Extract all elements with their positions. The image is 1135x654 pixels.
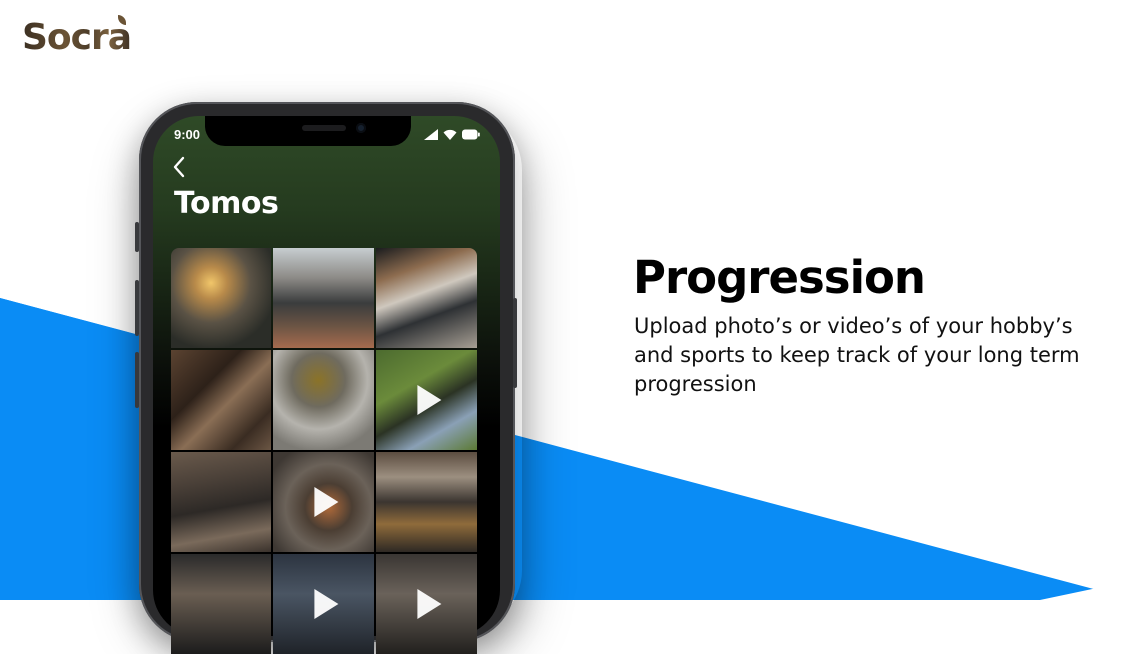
front-camera — [356, 123, 366, 133]
play-icon — [416, 589, 441, 619]
play-icon — [313, 589, 338, 619]
media-tile[interactable] — [376, 554, 477, 654]
media-grid — [171, 248, 477, 654]
media-tile[interactable] — [376, 350, 477, 450]
phone-volume-up-button — [135, 280, 139, 336]
media-tile[interactable] — [171, 554, 271, 654]
media-tile[interactable] — [273, 452, 374, 552]
feature-description: Upload photo’s or video’s of your hobby’… — [634, 314, 1080, 396]
earpiece-speaker — [302, 125, 346, 131]
brand-logo: Socra — [22, 17, 132, 58]
media-tile[interactable] — [171, 452, 271, 552]
media-tile[interactable] — [376, 248, 477, 348]
phone-volume-down-button — [135, 352, 139, 408]
phone-power-button — [513, 298, 517, 388]
battery-icon — [462, 129, 480, 139]
media-tile[interactable] — [273, 248, 374, 348]
media-tile[interactable] — [376, 452, 477, 552]
phone-side-button — [135, 222, 139, 252]
media-tile[interactable] — [273, 350, 374, 450]
chevron-left-icon — [173, 156, 185, 178]
media-tile[interactable] — [171, 248, 271, 348]
media-tile[interactable] — [171, 350, 271, 450]
play-icon — [416, 385, 441, 415]
back-button[interactable] — [172, 150, 186, 184]
wifi-icon — [443, 129, 457, 140]
album-title: Tomos — [174, 186, 279, 221]
play-icon — [313, 487, 338, 517]
feature-heading: Progression — [633, 251, 926, 304]
phone-notch — [205, 116, 411, 146]
media-tile[interactable] — [273, 554, 374, 654]
signal-icon — [424, 128, 438, 140]
status-time: 9:00 — [174, 127, 201, 142]
status-icons — [424, 128, 480, 140]
